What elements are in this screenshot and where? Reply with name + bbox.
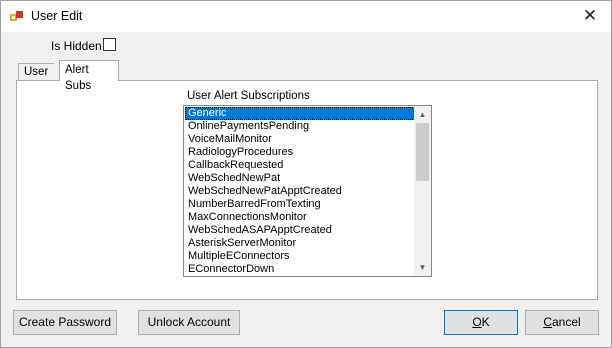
list-item[interactable]: AsteriskServerMonitor <box>185 237 415 250</box>
is-hidden-label: Is Hidden <box>51 39 102 53</box>
tab-alert-subs-label: Alert Subs <box>65 64 92 92</box>
user-edit-window: User Edit ✕ Is Hidden User Alert Subs Us… <box>0 0 612 348</box>
list-item[interactable]: OnlinePaymentsPending <box>185 120 415 133</box>
tab-user[interactable]: User <box>18 63 54 81</box>
window-title: User Edit <box>31 9 83 23</box>
create-password-button[interactable]: Create Password <box>13 310 117 335</box>
list-item[interactable]: WebSchedASAPApptCreated <box>185 224 415 237</box>
chevron-down-icon[interactable]: ▼ <box>414 259 431 276</box>
list-item[interactable]: MultipleEConnectors <box>185 250 415 263</box>
scroll-thumb[interactable] <box>416 123 429 181</box>
cancel-button[interactable]: Cancel <box>525 310 599 335</box>
tab-user-label: User <box>24 66 49 78</box>
cancel-mnemonic: C <box>543 315 552 329</box>
chevron-up-icon[interactable]: ▲ <box>414 106 431 123</box>
ok-button[interactable]: OK <box>444 310 518 335</box>
list-item[interactable]: WebSchedNewPat <box>185 172 415 185</box>
list-scrollbar[interactable]: ▲ ▼ <box>414 106 431 276</box>
list-item[interactable]: EConnectorDown <box>185 263 415 276</box>
app-icon <box>10 11 23 21</box>
list-item[interactable]: RadiologyProcedures <box>185 146 415 159</box>
unlock-account-button[interactable]: Unlock Account <box>138 310 240 335</box>
title-bar[interactable]: User Edit ✕ <box>1 1 611 32</box>
is-hidden-checkbox[interactable] <box>103 38 116 51</box>
cancel-label-rest: ancel <box>551 315 581 329</box>
alert-subscriptions-list[interactable]: Generic OnlinePaymentsPending VoiceMailMon… <box>183 105 432 277</box>
list-items: Generic OnlinePaymentsPending VoiceMailMon… <box>185 107 415 276</box>
list-item[interactable]: Generic <box>185 107 415 120</box>
ok-mnemonic: O <box>472 315 482 329</box>
alert-subscriptions-title: User Alert Subscriptions <box>187 90 310 102</box>
list-item[interactable]: MaxConnectionsMonitor <box>185 211 415 224</box>
ok-label-rest: K <box>481 315 490 329</box>
list-item[interactable]: WebSchedNewPatApptCreated <box>185 185 415 198</box>
tab-alert-subs[interactable]: Alert Subs <box>59 60 119 92</box>
list-item[interactable]: NumberBarredFromTexting <box>185 198 415 211</box>
list-item[interactable]: VoiceMailMonitor <box>185 133 415 146</box>
list-item[interactable]: CallbackRequested <box>185 159 415 172</box>
close-icon[interactable]: ✕ <box>579 6 601 26</box>
